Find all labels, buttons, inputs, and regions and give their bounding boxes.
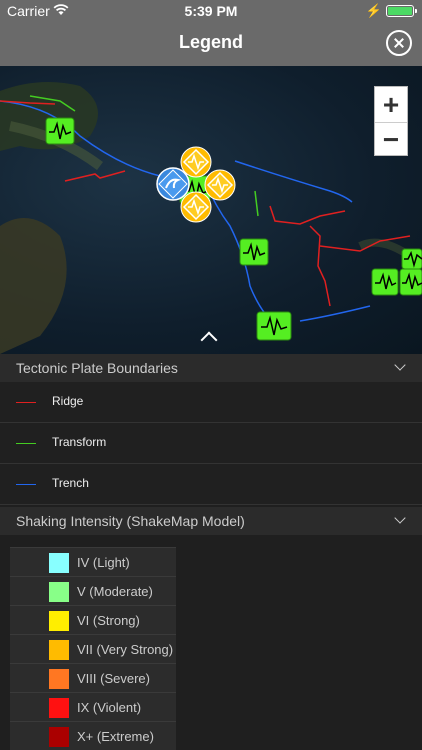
intensity-row: VII (Very Strong) (10, 634, 176, 663)
shake-intensity-icon[interactable] (180, 146, 212, 178)
battery-icon (386, 5, 417, 17)
page-title: Legend (178, 32, 243, 52)
intensity-swatch (49, 727, 69, 747)
legend-label: Trench (52, 476, 89, 490)
legend-label: Ridge (52, 394, 84, 408)
intensity-label: VII (Very Strong) (77, 642, 174, 657)
intensity-label: X+ (Extreme) (77, 729, 154, 744)
header-bar: Legend (0, 22, 422, 66)
intensity-label: IV (Light) (77, 555, 130, 570)
zoom-control: + − (374, 86, 408, 156)
seismograph-icon[interactable] (399, 268, 422, 296)
zoom-in-button[interactable]: + (375, 87, 407, 122)
intensity-label: IX (Violent) (77, 700, 142, 715)
ridge-line-swatch (16, 402, 36, 403)
seismograph-icon[interactable] (401, 248, 422, 270)
chevron-down-icon[interactable] (394, 512, 406, 524)
intensity-swatch (49, 640, 69, 660)
section-title: Tectonic Plate Boundaries (16, 360, 178, 376)
intensity-row: VI (Strong) (10, 605, 176, 634)
intensity-row: V (Moderate) (10, 576, 176, 605)
intensity-swatch (49, 582, 69, 602)
legend-row-trench: Trench (0, 464, 422, 505)
intensity-label: V (Moderate) (77, 584, 153, 599)
intensity-swatch (49, 698, 69, 718)
section-title: Shaking Intensity (ShakeMap Model) (16, 513, 245, 529)
transform-line-swatch (16, 443, 36, 444)
shake-intensity-icon[interactable] (204, 169, 236, 201)
map-view[interactable]: + − (0, 66, 422, 354)
intensity-swatch (49, 553, 69, 573)
chevron-down-icon[interactable] (394, 359, 406, 371)
tectonic-section-header[interactable]: Tectonic Plate Boundaries (0, 354, 422, 382)
zoom-out-button[interactable]: − (375, 122, 407, 157)
status-bar: Carrier 5:39 PM ⚡ (0, 0, 422, 22)
intensity-label: VIII (Severe) (77, 671, 150, 686)
legend-row-ridge: Ridge (0, 382, 422, 423)
intensity-row: IX (Violent) (10, 692, 176, 721)
seismograph-icon[interactable] (371, 268, 399, 296)
legend-label: Transform (52, 435, 107, 449)
charging-icon: ⚡ (365, 3, 382, 18)
seismograph-icon[interactable] (239, 238, 269, 266)
seismograph-icon[interactable] (256, 311, 292, 341)
intensity-swatch (49, 611, 69, 631)
map-canvas (0, 82, 422, 354)
intensity-row: X+ (Extreme) (10, 721, 176, 750)
clock: 5:39 PM (184, 3, 238, 19)
trench-line-swatch (16, 484, 36, 485)
close-icon[interactable] (386, 30, 412, 56)
legend-row-transform: Transform (0, 423, 422, 464)
intensity-swatch (49, 669, 69, 689)
seismograph-icon[interactable] (45, 117, 75, 145)
intensity-row: IV (Light) (10, 547, 176, 576)
intensity-row: VIII (Severe) (10, 663, 176, 692)
tsunami-icon[interactable] (156, 167, 190, 201)
intensity-label: VI (Strong) (77, 613, 140, 628)
shaking-section-header[interactable]: Shaking Intensity (ShakeMap Model) (0, 507, 422, 535)
shake-intensity-icon[interactable] (180, 191, 212, 223)
